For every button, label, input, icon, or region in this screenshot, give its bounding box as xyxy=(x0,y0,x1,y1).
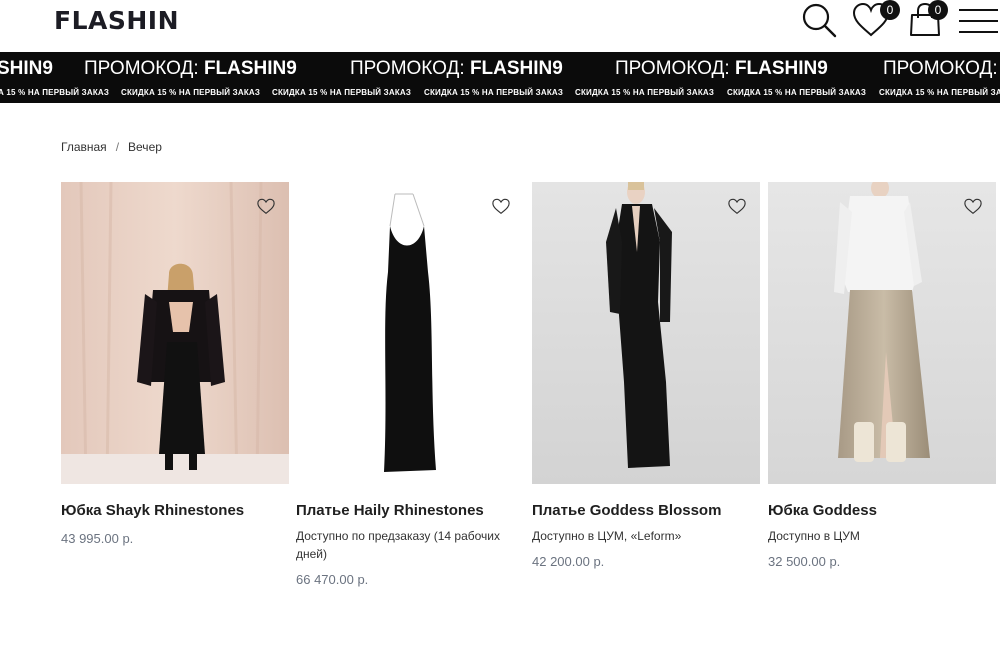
heart-icon[interactable] xyxy=(728,198,746,216)
promo-code-item: ПРОМОКОД: FLASHIN9 xyxy=(350,58,563,79)
product-card[interactable]: Юбка Shayk Rhinestones 43 995.00 р. xyxy=(61,182,289,546)
product-price: 66 470.00 р. xyxy=(296,572,369,587)
site-header: FLASHIN 0 0 xyxy=(0,0,1000,52)
breadcrumb-current: Вечер xyxy=(128,140,162,154)
product-card[interactable]: Платье Haily Rhinestones Доступно по пре… xyxy=(296,182,524,587)
discount-text: СКИДКА 15 % НА ПЕРВЫЙ ЗАКАЗ xyxy=(121,88,261,97)
product-price: 43 995.00 р. xyxy=(61,531,134,546)
product-name[interactable]: Юбка Shayk Rhinestones xyxy=(61,501,289,521)
product-photo-skirt-shayk xyxy=(61,182,289,484)
product-photo-skirt-goddess xyxy=(768,182,996,484)
discount-text: СКИДКА 15 % НА ПЕРВЫЙ ЗАКАЗ xyxy=(575,88,715,97)
wishlist-count-badge: 0 xyxy=(880,0,900,20)
site-logo[interactable]: FLASHIN xyxy=(54,6,179,35)
product-image[interactable] xyxy=(768,182,996,484)
breadcrumb-home-link[interactable]: Главная xyxy=(61,140,107,154)
discount-text: СКИДКА 15 % НА ПЕРВЫЙ ЗАКАЗ xyxy=(727,88,867,97)
product-name[interactable]: Платье Haily Rhinestones xyxy=(296,501,524,521)
promo-code-partial: SHIN9 xyxy=(0,58,53,79)
breadcrumb: Главная / Вечер xyxy=(61,140,162,154)
search-icon xyxy=(802,3,837,38)
product-image[interactable] xyxy=(61,182,289,484)
product-card[interactable]: Платье Goddess Blossom Доступно в ЦУМ, «… xyxy=(532,182,760,569)
product-image[interactable] xyxy=(296,182,524,484)
product-photo-dress-haily xyxy=(296,182,524,484)
breadcrumb-separator: / xyxy=(115,140,120,154)
product-availability: Доступно по предзаказу (14 рабочих дней) xyxy=(296,529,500,561)
product-price: 32 500.00 р. xyxy=(768,554,841,569)
product-availability: Доступно в ЦУМ, «Leform» xyxy=(532,529,682,543)
product-availability: Доступно в ЦУМ xyxy=(768,529,860,543)
product-name[interactable]: Платье Goddess Blossom xyxy=(532,501,760,521)
discount-text: СКИДКА 15 % НА ПЕРВЫЙ ЗАКАЗ xyxy=(424,88,564,97)
hamburger-menu-icon xyxy=(959,9,998,33)
promo-code-item: ПРОМОКОД: FLASHIN9 xyxy=(84,58,297,79)
discount-text-partial: А 15 % НА ПЕРВЫЙ ЗАКАЗ xyxy=(0,88,110,97)
promo-code-item: ПРОМОКОД: FLASHIN9 xyxy=(615,58,828,79)
discount-text: СКИДКА 15 % НА ПЕРВЫЙ ЗАКАЗ xyxy=(272,88,412,97)
product-price: 42 200.00 р. xyxy=(532,554,605,569)
cart-count-badge: 0 xyxy=(928,0,948,20)
cart-button[interactable]: 0 xyxy=(908,0,950,44)
promo-banner: SHIN9 ПРОМОКОД: FLASHIN9 ПРОМОКОД: FLASH… xyxy=(0,52,1000,103)
wishlist-button[interactable]: 0 xyxy=(852,0,902,44)
promo-code-item: ПРОМОКОД: FLASHIN9 xyxy=(883,58,998,79)
heart-icon[interactable] xyxy=(257,198,275,216)
product-card[interactable]: Юбка Goddess Доступно в ЦУМ 32 500.00 р. xyxy=(768,182,996,569)
product-photo-dress-goddess-blossom xyxy=(532,182,760,484)
menu-button[interactable] xyxy=(957,0,1000,44)
search-button[interactable] xyxy=(800,0,838,44)
product-image[interactable] xyxy=(532,182,760,484)
product-name[interactable]: Юбка Goddess xyxy=(768,501,996,521)
heart-icon[interactable] xyxy=(492,198,510,216)
discount-text: СКИДКА 15 % НА ПЕРВЫЙ ЗАКАЗ xyxy=(879,88,1000,97)
heart-icon[interactable] xyxy=(964,198,982,216)
